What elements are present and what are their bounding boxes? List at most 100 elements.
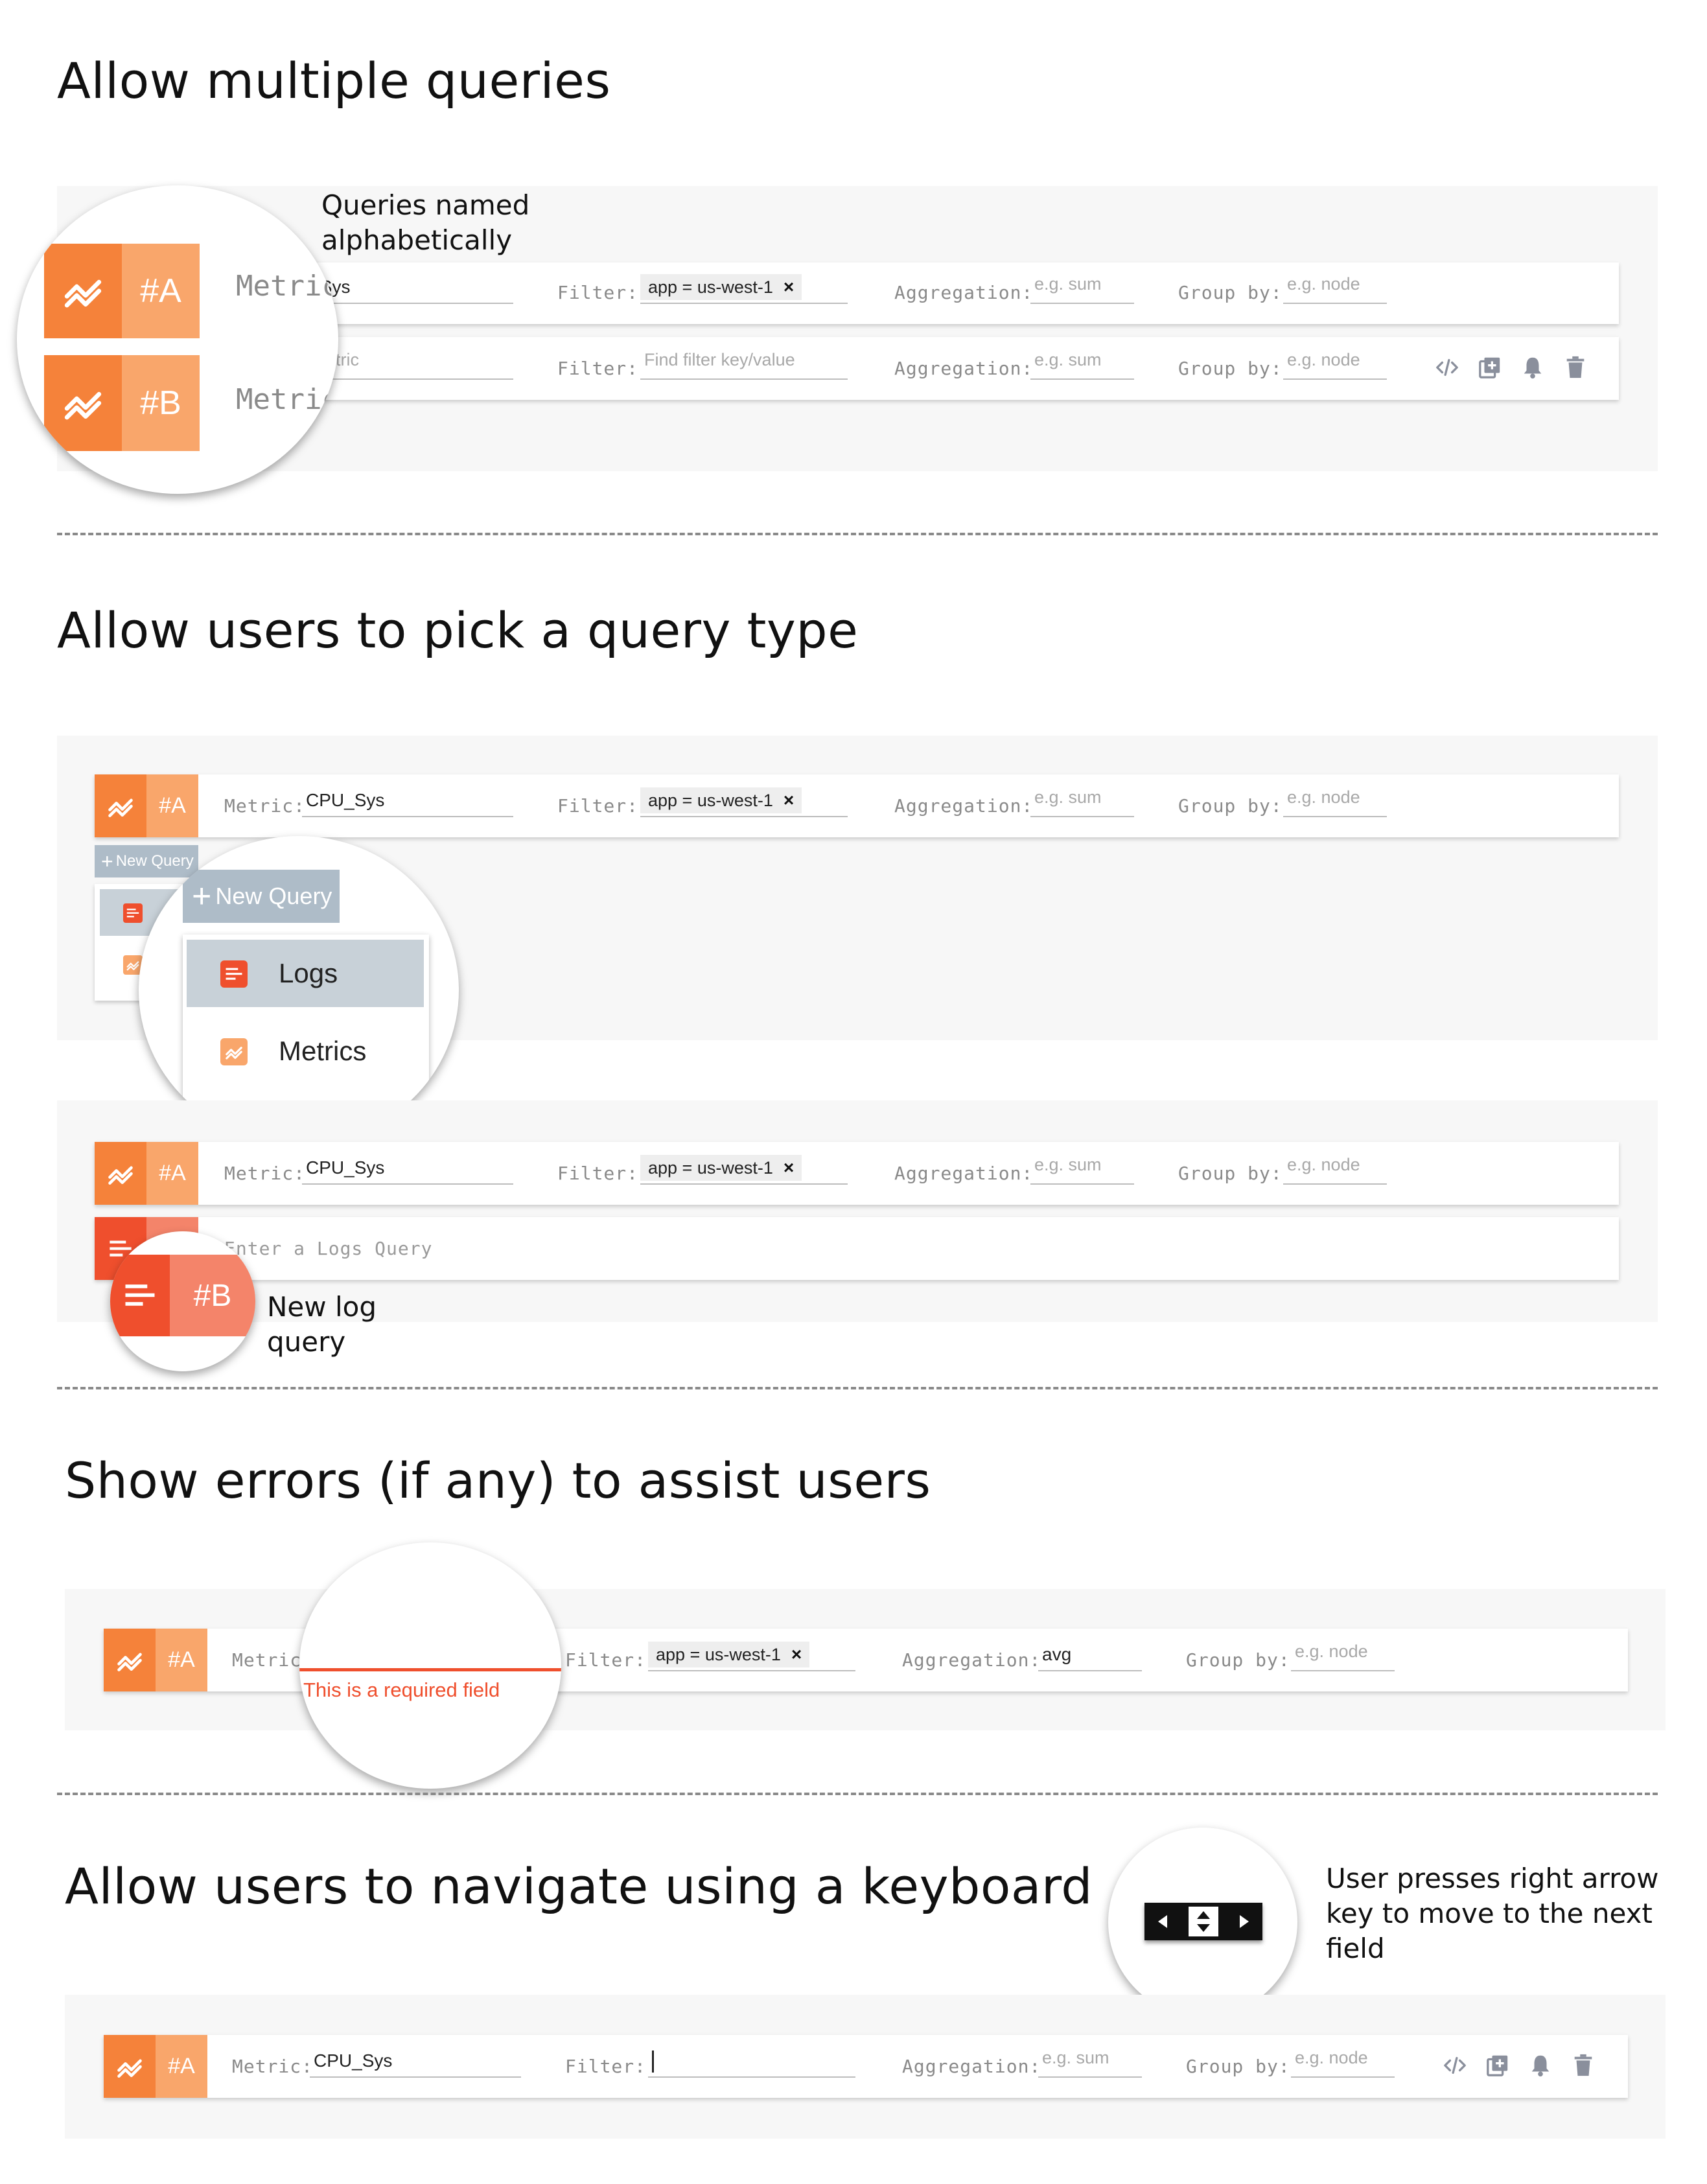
aggregation-label: Aggregation: [902,1649,1041,1671]
logs-query-placeholder: Enter a Logs Query [224,1238,433,1259]
query-badge-b[interactable]: #B [44,355,200,451]
filter-label: Filter: [565,2056,647,2077]
note-queries-named: Queries named alphabetically [321,189,530,256]
metric-input-error[interactable] [299,1668,561,1671]
code-icon[interactable] [1443,2053,1467,2078]
query-row-a[interactable]: #A Metric: CPU_Sys Filter: Aggregation: … [104,2035,1628,2098]
group-by-input[interactable]: e.g. node [1283,1155,1387,1185]
filter-chip[interactable]: app = us-west-1 × [648,1642,810,1667]
group-by-input[interactable]: e.g. node [1291,2048,1395,2078]
metrics-chart-icon [44,355,122,451]
metric-input[interactable]: CPU_Sys [302,1155,513,1185]
new-query-label: New Query [215,883,332,909]
filter-chip[interactable]: app = us-west-1 × [640,274,802,300]
arrow-right-icon [1239,1915,1249,1928]
filter-label: Filter: [557,1163,639,1184]
filter-input[interactable]: Find filter key/value [640,350,848,380]
query-badge-b-log[interactable]: #B [110,1255,255,1336]
dropdown-option-metrics[interactable]: Metrics [187,1016,424,1084]
group-by-placeholder: e.g. node [1295,1642,1368,1661]
logs-query-input[interactable]: Enter a Logs Query [224,1217,1585,1280]
query-type-panel-bottom [57,1100,1658,1322]
group-by-input[interactable]: e.g. node [1283,274,1387,304]
aggregation-input[interactable]: e.g. sum [1030,1155,1134,1185]
metric-label-zoom: Metric [236,383,338,416]
option-label-metrics: Metrics [279,1036,367,1066]
filter-input-focused[interactable] [648,2048,855,2078]
metrics-chart-icon [220,1038,248,1065]
dropdown-option-logs[interactable]: Logs [187,940,424,1007]
bell-icon[interactable] [1520,355,1545,380]
error-message: This is a required field [303,1679,500,1701]
group-by-input[interactable]: e.g. node [1291,1642,1395,1671]
note-keyboard: User presses right arrow key to move to … [1326,1863,1659,1964]
aggregation-label: Aggregation: [894,282,1034,303]
new-query-button[interactable]: + New Query [183,870,340,923]
filter-input[interactable]: app = us-west-1 × [640,1155,848,1185]
note-new-log-query: New log query [267,1291,377,1358]
filter-chip-label: app = us-west-1 [648,790,773,810]
query-badge-a[interactable]: #A [95,1142,198,1205]
close-icon[interactable]: × [791,1644,802,1665]
query-letter-b: #B [170,1255,255,1336]
filter-placeholder: Find filter key/value [644,350,795,369]
trash-icon[interactable] [1571,2053,1596,2078]
metrics-chart-icon [104,2035,156,2098]
close-icon[interactable]: × [784,1157,794,1178]
query-letter-a: #A [156,1629,207,1691]
query-row-a[interactable]: #A Metric: CPU_Sys Filter: app = us-west… [95,1142,1619,1205]
filter-label: Filter: [557,795,639,817]
group-by-placeholder: e.g. node [1287,274,1360,294]
metric-input[interactable]: CPU_Sys [310,2048,521,2078]
query-badge-a[interactable]: #A [44,244,200,338]
group-by-input[interactable]: e.g. node [1283,787,1387,817]
filter-input[interactable]: app = us-west-1 × [640,787,848,817]
logs-list-icon [220,960,248,988]
filter-input[interactable]: app = us-west-1 × [640,274,848,304]
query-row-b-logs[interactable]: Enter a Logs Query [95,1217,1619,1280]
section-title-multiple-queries: Allow multiple queries [57,52,611,110]
aggregation-input[interactable]: e.g. sum [1038,2048,1142,2078]
metrics-chart-icon [44,244,122,338]
aggregation-placeholder: e.g. sum [1042,2048,1109,2067]
magnifier-query-names: #A #B Metric Metric [17,185,338,494]
section-title-keyboard-navigation: Allow users to navigate using a keyboard [65,1857,1093,1915]
group-by-label: Group by: [1186,1649,1290,1671]
query-badge-a[interactable]: #A [104,2035,207,2098]
trash-icon[interactable] [1563,355,1588,380]
duplicate-icon[interactable] [1478,355,1502,380]
section-divider [57,1387,1658,1389]
query-letter-a: #A [122,244,200,338]
query-actions [1443,2053,1596,2078]
arrow-keys [1144,1903,1262,1940]
group-by-input[interactable]: e.g. node [1283,350,1387,380]
query-badge-a[interactable]: #A [95,774,198,837]
aggregation-input[interactable]: e.g. sum [1030,350,1134,380]
code-icon[interactable] [1435,355,1459,380]
magnifier-error: This is a required field [299,1542,561,1789]
close-icon[interactable]: × [784,277,794,297]
query-letter-a: #A [146,1142,198,1205]
filter-chip[interactable]: app = us-west-1 × [640,787,802,813]
metric-value: CPU_Sys [306,790,385,810]
group-by-placeholder: e.g. node [1287,1155,1360,1174]
query-letter-a: #A [156,2035,207,2098]
filter-input[interactable]: app = us-west-1 × [648,1642,855,1671]
aggregation-input[interactable]: avg [1038,1642,1142,1671]
bell-icon[interactable] [1528,2053,1553,2078]
aggregation-input[interactable]: e.g. sum [1030,274,1134,304]
aggregation-input[interactable]: e.g. sum [1030,787,1134,817]
metric-input[interactable]: CPU_Sys [302,787,513,817]
filter-chip[interactable]: app = us-west-1 × [640,1155,802,1181]
metric-label: Metric: [224,1163,306,1184]
query-actions [1435,355,1588,380]
query-badge-a[interactable]: #A [104,1629,207,1691]
aggregation-placeholder: e.g. sum [1034,1155,1102,1174]
metric-label: Metric: [232,2056,314,2077]
group-by-label: Group by: [1178,282,1283,303]
duplicate-icon[interactable] [1485,2053,1510,2078]
plus-icon: + [192,877,212,915]
filter-label: Filter: [565,1649,647,1671]
query-row-a[interactable]: #A Metric: CPU_Sys Filter: app = us-west… [95,774,1619,837]
close-icon[interactable]: × [784,790,794,811]
